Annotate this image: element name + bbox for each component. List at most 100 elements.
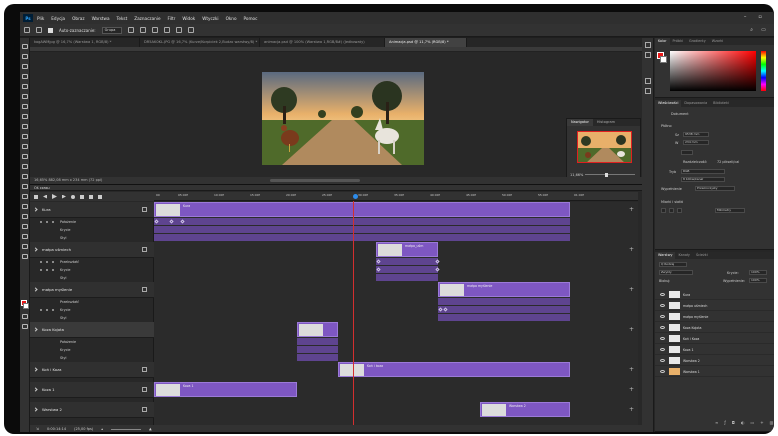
eye-icon[interactable] [660, 326, 665, 329]
maximize-button[interactable]: ▫ [758, 14, 761, 20]
transition-icon[interactable] [98, 194, 102, 199]
hue-slider[interactable] [761, 51, 766, 91]
align-center-icon[interactable] [151, 27, 158, 33]
eye-icon[interactable] [660, 293, 665, 296]
expand-caret-icon[interactable] [33, 407, 38, 412]
prop-row[interactable]: Krycie [30, 266, 154, 274]
timeline-layer-malpa-usmiech[interactable]: małpa uśmiech [30, 242, 154, 258]
menu-wtyczki[interactable]: Wtyczki [202, 16, 218, 21]
tab-kolor[interactable]: Kolor [655, 38, 670, 45]
keyframe-icon[interactable] [435, 267, 440, 272]
add-media-icon[interactable]: + [629, 326, 634, 333]
keyframe-nav-icons[interactable] [40, 309, 54, 311]
prop-row[interactable]: Położenie [30, 218, 154, 226]
navigator-preview[interactable] [577, 131, 632, 163]
auto-select-checkbox[interactable] [48, 27, 53, 33]
pen-tool-icon[interactable] [22, 194, 28, 199]
crop-tool-icon[interactable] [22, 84, 28, 89]
prop-row[interactable]: Krycie [30, 306, 154, 314]
audio-icon[interactable] [71, 194, 75, 199]
screen-mode-icon[interactable] [22, 324, 28, 329]
prop-row[interactable]: Przekształć [30, 298, 154, 306]
timeline-layer-warstwa-2[interactable]: Warstwa 2 [30, 402, 154, 418]
expand-caret-icon[interactable] [33, 367, 38, 372]
menu-plik[interactable]: Plik [37, 16, 44, 21]
glyphs-icon[interactable] [645, 78, 651, 84]
prop-row[interactable]: Styl [30, 314, 154, 322]
height-field[interactable]: 234 mm [683, 140, 709, 145]
history-brush-tool-icon[interactable] [22, 144, 28, 149]
next-frame-icon[interactable] [62, 194, 66, 199]
new-layer-icon[interactable]: + [760, 420, 763, 425]
split-icon[interactable] [89, 194, 93, 199]
distribute-icon[interactable] [175, 27, 182, 33]
tab-navigator[interactable]: Nawigator [567, 119, 593, 126]
eye-icon[interactable] [660, 315, 665, 318]
keyframe-icon[interactable] [435, 259, 440, 264]
opacity-field[interactable]: 100% [749, 270, 767, 275]
blur-tool-icon[interactable] [22, 174, 28, 179]
timeline-ruler[interactable]: 00 05:00f 10:00f 15:00f 20:00f 25:00f 30… [154, 192, 638, 201]
mode-dropdown[interactable]: RGB [681, 169, 725, 174]
units-dropdown[interactable]: Milimetry [715, 208, 745, 213]
menu-warstwa[interactable]: Warstwa [92, 16, 110, 21]
timeline-layer-kura[interactable]: Kura [30, 202, 154, 218]
fx-icon[interactable]: ƒ [724, 420, 725, 425]
eyedropper-tool-icon[interactable] [22, 104, 28, 109]
render-icon[interactable]: ⇲ [36, 427, 39, 431]
tab-biblioteki[interactable]: Biblioteki [710, 100, 732, 107]
timeline-layer-koza-1[interactable]: Koza 1 [30, 382, 154, 398]
transform-controls-icon[interactable] [127, 27, 134, 33]
align-right-icon[interactable] [163, 27, 170, 33]
menu-pomoc[interactable]: Pomoc [244, 16, 258, 21]
eye-icon[interactable] [660, 359, 665, 362]
prop-row[interactable]: Styl [30, 234, 154, 242]
expand-caret-icon[interactable] [33, 387, 38, 392]
tab-sciezki[interactable]: Ścieżki [693, 252, 711, 259]
doc-tab-1[interactable]: kogAWMjpg @ 16,7% (Warstwa 1, RGB/8) * [30, 38, 140, 47]
layer-item[interactable]: Koń i Koza [655, 334, 774, 344]
gradient-tool-icon[interactable] [22, 164, 28, 169]
clip-koza-kojota[interactable] [297, 322, 338, 337]
minimize-button[interactable]: – [744, 14, 747, 20]
marquee-tool-icon[interactable] [22, 54, 28, 59]
playhead-handle[interactable] [353, 194, 358, 199]
clip-kura[interactable]: Kura [154, 202, 570, 217]
film-icon[interactable] [142, 287, 147, 292]
blend-mode-dropdown[interactable]: Zwykły [659, 270, 693, 275]
history-icon[interactable] [645, 42, 651, 48]
folder-icon[interactable]: ▭ [750, 420, 754, 425]
layer-item[interactable]: Warstwa 1 [655, 367, 774, 377]
eye-icon[interactable] [660, 337, 665, 340]
bit-depth-dropdown[interactable]: 8 bitów/kanał [681, 177, 725, 182]
link-icon[interactable]: ∞ [715, 420, 718, 425]
film-icon[interactable] [142, 407, 147, 412]
layer-item[interactable]: Warstwa 2 [655, 356, 774, 366]
type-tool-icon[interactable] [22, 204, 28, 209]
trash-icon[interactable]: ▥ [770, 420, 774, 425]
timeline-layer-koza-kojota[interactable]: Koza Kojota [30, 322, 154, 338]
expand-caret-icon[interactable] [33, 327, 38, 332]
menu-okno[interactable]: Okno [226, 16, 237, 21]
play-icon[interactable] [52, 194, 57, 199]
expand-caret-icon[interactable] [33, 287, 38, 292]
keyframe-nav-icons[interactable] [40, 261, 54, 263]
brush-tool-icon[interactable] [22, 124, 28, 129]
canvas-area[interactable]: Nawigator Histogram 11,66% [30, 52, 642, 181]
layer-item[interactable]: Koza 1 [655, 345, 774, 355]
tab-kanaly[interactable]: Kanały [675, 252, 692, 259]
healing-tool-icon[interactable] [22, 114, 28, 119]
expand-caret-icon[interactable] [33, 247, 38, 252]
lasso-tool-icon[interactable] [22, 64, 28, 69]
paragraph-icon[interactable] [645, 88, 651, 94]
settings-icon[interactable] [80, 194, 84, 199]
timeline-zoom-slider[interactable] [110, 428, 141, 430]
expand-caret-icon[interactable] [33, 207, 38, 212]
adjustment-icon[interactable]: ◐ [741, 420, 745, 425]
eraser-tool-icon[interactable] [22, 154, 28, 159]
doc-tab-2[interactable]: DR5AK0KL.JPG @ 16,7% (Kurze/Korpiciek 2,… [140, 38, 260, 47]
move-tool-icon[interactable] [36, 27, 42, 33]
menu-edycja[interactable]: Edycja [51, 16, 65, 21]
layer-item[interactable]: Koza Kojota [655, 323, 774, 333]
tab-dopasowania[interactable]: Dopasowania [681, 100, 710, 107]
